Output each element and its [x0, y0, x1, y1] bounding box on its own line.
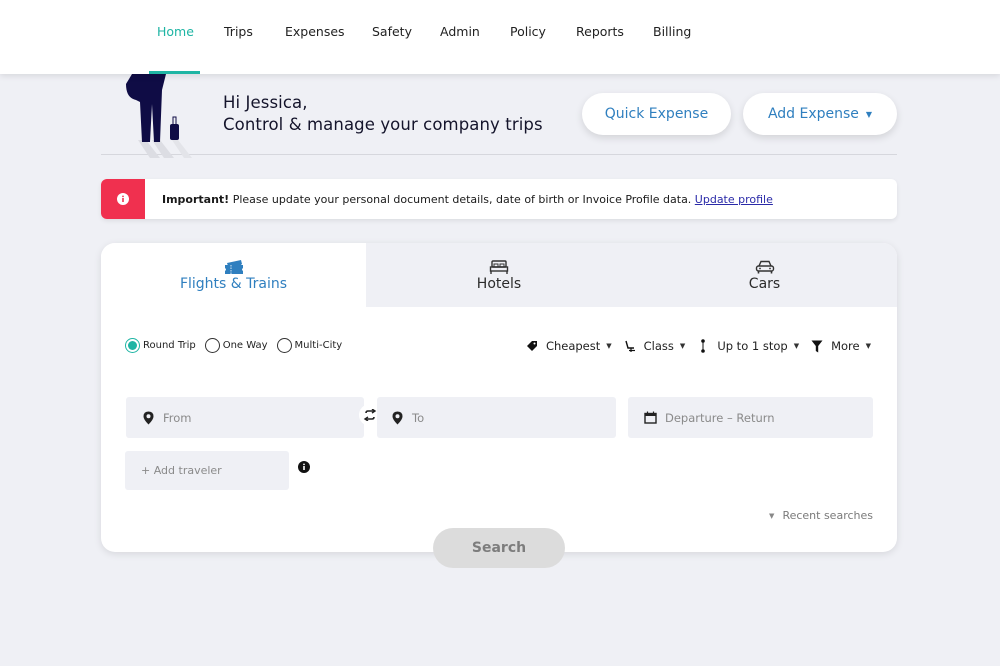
add-expense-label: Add Expense	[767, 106, 859, 122]
to-input[interactable]: To	[377, 397, 616, 438]
caret-down-icon: ▼	[865, 342, 871, 350]
tab-hotels[interactable]: Hotels	[366, 243, 632, 307]
swap-icon	[363, 409, 377, 421]
filter-stops[interactable]: Up to 1 stop ▼	[696, 339, 799, 353]
filter-label: More	[831, 339, 860, 353]
filter-sort-cheapest[interactable]: Cheapest ▼	[525, 339, 612, 353]
filter-label: Class	[643, 339, 674, 353]
nav-item-policy[interactable]: Policy	[510, 24, 546, 74]
search-filters: Cheapest ▼ Class ▼ Up to 1 stop ▼ More ▼	[514, 339, 871, 353]
recent-searches-toggle[interactable]: ▼ Recent searches	[769, 509, 873, 522]
add-expense-button[interactable]: Add Expense ▼	[743, 93, 897, 135]
location-pin-icon	[390, 411, 404, 425]
caret-down-icon: ▼	[679, 342, 686, 350]
alert-strong: Important!	[162, 192, 230, 206]
car-icon	[754, 259, 776, 275]
quick-expense-button[interactable]: Quick Expense	[582, 93, 731, 135]
nav-item-safety[interactable]: Safety	[372, 24, 412, 74]
stops-icon	[696, 339, 710, 353]
tab-label: Flights & Trains	[179, 276, 288, 292]
caret-down-icon: ▼	[865, 109, 873, 119]
nav-item-trips[interactable]: Trips	[224, 24, 253, 74]
update-profile-link[interactable]: Update profile	[695, 193, 773, 206]
info-icon[interactable]	[298, 461, 310, 473]
filter-label: Up to 1 stop	[717, 339, 788, 353]
tab-cars[interactable]: Cars	[632, 243, 897, 307]
add-traveler-button[interactable]: + Add traveler	[125, 451, 289, 490]
caret-down-icon: ▼	[606, 342, 612, 350]
nav-item-home[interactable]: Home	[157, 24, 194, 74]
location-pin-icon	[141, 411, 155, 425]
greeting-subtitle: Control & manage your company trips	[223, 115, 543, 134]
radio-circle[interactable]	[204, 338, 220, 353]
dates-placeholder: Departure – Return	[665, 410, 775, 425]
nav-item-admin[interactable]: Admin	[440, 24, 480, 74]
tab-label: Hotels	[476, 276, 522, 292]
quick-expense-label: Quick Expense	[604, 106, 709, 122]
filter-icon	[810, 339, 824, 353]
to-placeholder: To	[412, 410, 425, 425]
filter-label: Cheapest	[545, 339, 601, 353]
bed-icon	[489, 259, 509, 275]
search-card: Flights & Trains Hotels Cars Round Trip …	[101, 243, 897, 552]
trip-type-group: Round Trip One Way Multi-City	[125, 338, 351, 353]
search-tabs: Flights & Trains Hotels Cars	[101, 243, 897, 307]
radio-label: Multi-City	[294, 340, 343, 351]
info-circle-icon	[117, 193, 129, 205]
dates-input[interactable]: Departure – Return	[628, 397, 873, 438]
alert-message: Important! Please update your personal d…	[162, 193, 773, 206]
top-navigation: Home Trips Expenses Safety Admin Policy …	[0, 0, 1000, 74]
caret-down-icon: ▼	[769, 511, 775, 520]
greeting: Hi Jessica, Control & manage your compan…	[223, 92, 543, 136]
greeting-name: Hi Jessica,	[223, 93, 308, 112]
filter-more[interactable]: More ▼	[810, 339, 871, 353]
active-nav-indicator	[149, 71, 200, 74]
seat-icon	[623, 339, 637, 353]
tickets-icon	[223, 259, 245, 275]
nav-item-expenses[interactable]: Expenses	[285, 24, 345, 74]
tab-flights-trains[interactable]: Flights & Trains	[101, 243, 366, 307]
recent-searches-label: Recent searches	[782, 509, 873, 522]
radio-circle[interactable]	[125, 338, 140, 353]
search-button[interactable]: Search	[433, 528, 565, 568]
radio-label: Round Trip	[143, 340, 196, 351]
caret-down-icon: ▼	[793, 342, 800, 350]
radio-circle[interactable]	[276, 338, 292, 353]
header-divider	[101, 154, 897, 155]
calendar-icon	[643, 411, 657, 425]
add-traveler-label: + Add traveler	[141, 464, 222, 477]
price-tag-icon	[525, 339, 539, 353]
filter-class[interactable]: Class ▼	[623, 339, 686, 353]
from-input[interactable]: From	[126, 397, 364, 438]
radio-multi-city[interactable]: Multi-City	[276, 338, 343, 353]
radio-one-way[interactable]: One Way	[204, 338, 268, 353]
alert-body: Please update your personal document det…	[229, 192, 695, 206]
nav-item-billing[interactable]: Billing	[653, 24, 691, 74]
radio-label: One Way	[222, 340, 268, 351]
nav-item-reports[interactable]: Reports	[576, 24, 624, 74]
tab-label: Cars	[748, 276, 781, 292]
alert-strip	[101, 179, 145, 219]
radio-round-trip[interactable]: Round Trip	[125, 338, 196, 353]
important-alert: Important! Please update your personal d…	[101, 179, 897, 219]
from-placeholder: From	[163, 410, 192, 425]
traveler-illustration	[126, 74, 192, 158]
